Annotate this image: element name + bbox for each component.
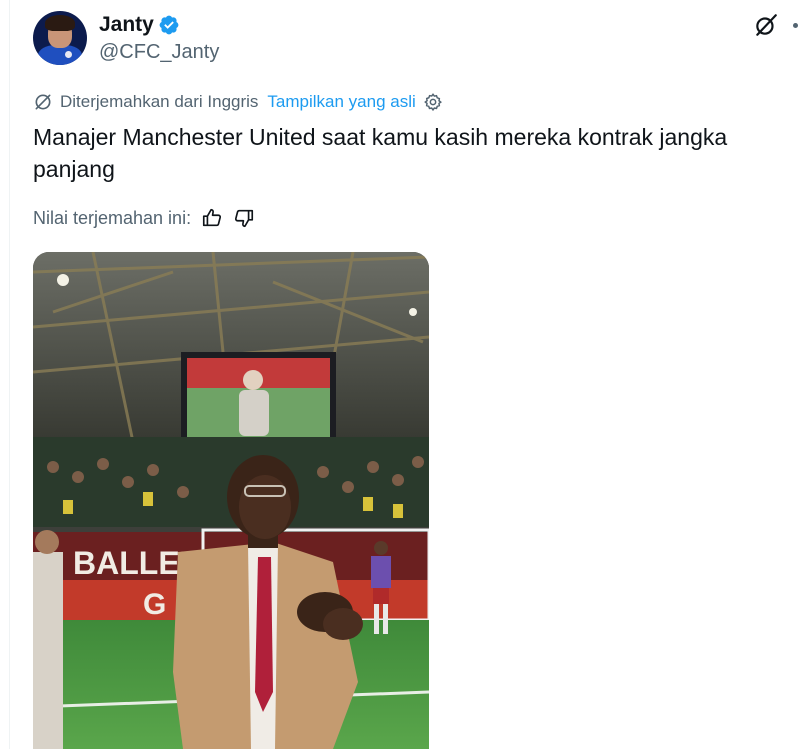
- grok-icon[interactable]: [753, 12, 779, 38]
- rate-translation-label: Nilai terjemahan ini:: [33, 208, 192, 228]
- gear-icon[interactable]: [423, 92, 443, 112]
- avatar-shirt: [38, 45, 82, 65]
- translate-icon: [35, 94, 51, 110]
- timeline-left-border: [9, 0, 10, 749]
- translation-info-row: Diterjemahkan dari Inggris Tampilkan yan…: [33, 91, 443, 113]
- tweet-media-image[interactable]: BALLER GU G: [33, 252, 429, 749]
- author-display-name[interactable]: Janty: [99, 12, 154, 38]
- avatar-hair: [45, 15, 75, 31]
- profile-avatar[interactable]: [33, 11, 87, 65]
- tweet-top-actions: [753, 12, 800, 38]
- avatar-crest: [65, 51, 72, 58]
- show-original-link[interactable]: Tampilkan yang asli: [267, 91, 415, 113]
- verified-badge-icon[interactable]: [158, 14, 180, 36]
- tweet-text: Manajer Manchester United saat kamu kasi…: [33, 124, 728, 182]
- banner-text-2: G: [143, 588, 166, 621]
- tweet-header: Janty @CFC_Janty: [33, 10, 219, 66]
- translated-from-label: Diterjemahkan dari Inggris: [60, 92, 259, 111]
- rate-translation-row: Nilai terjemahan ini:: [33, 205, 255, 231]
- more-options-icon[interactable]: [793, 22, 798, 28]
- author-handle[interactable]: @CFC_Janty: [99, 39, 219, 65]
- thumbs-up-icon[interactable]: [201, 207, 223, 229]
- thumbs-down-icon[interactable]: [233, 207, 255, 229]
- author-names: Janty @CFC_Janty: [99, 12, 219, 65]
- stadium-scene-image: BALLER GU G: [33, 252, 429, 749]
